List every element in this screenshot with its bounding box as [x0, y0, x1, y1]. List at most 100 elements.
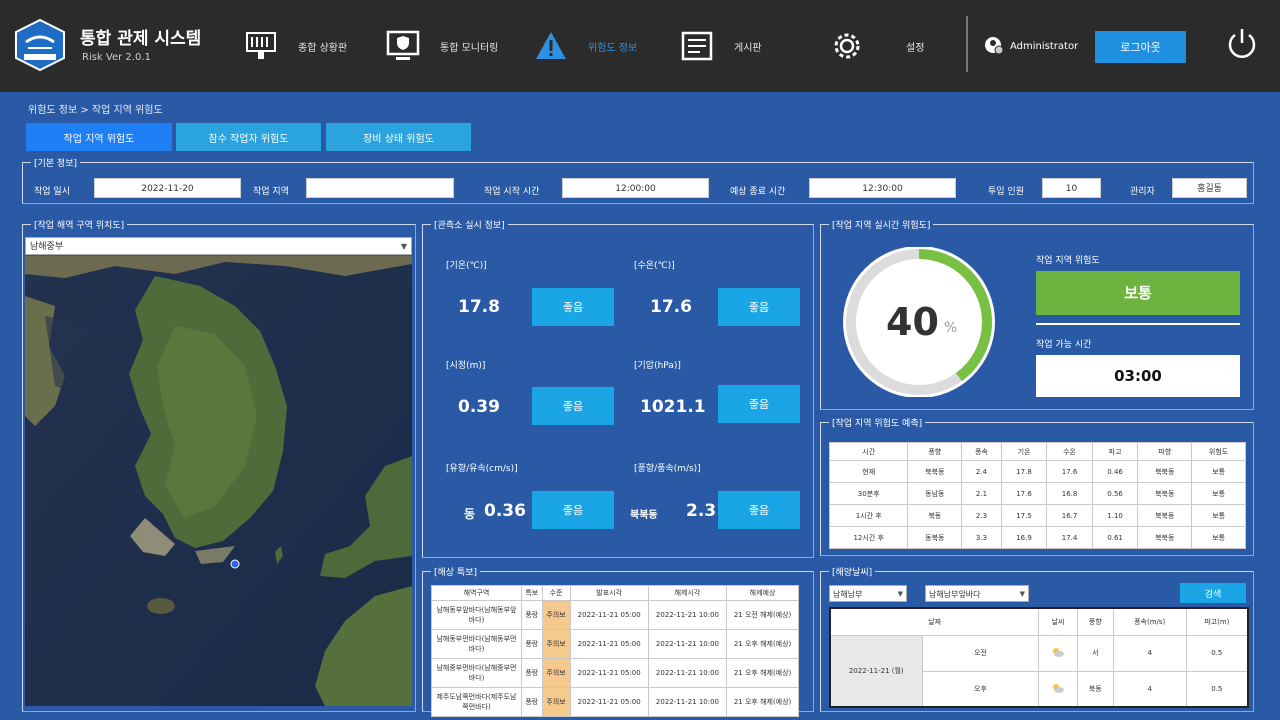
wind-status-button[interactable]: 좋음: [718, 491, 800, 529]
cell: 16.9: [1000, 526, 1048, 549]
cell: 17.6: [1000, 482, 1048, 505]
top-bar: 통합 관제 시스템 Risk Ver 2.0.1 종합 상황판 통합 모니터링 …: [0, 0, 1280, 92]
board-icon: [681, 31, 713, 61]
cell: 제주도남쪽먼바다(제주도남쪽먼바다): [431, 687, 522, 717]
col-header: 풍속: [961, 442, 1002, 461]
col-header: 날짜: [829, 607, 1040, 636]
period-cell: 오전: [921, 634, 1040, 672]
nav-risk-info[interactable]: 위험도 정보: [534, 26, 637, 66]
region-select[interactable]: 남해남부 ▼: [829, 585, 907, 602]
col-header: 수온: [1046, 442, 1093, 461]
table-row: 2022-11-21 (월) 오전 서 4 0.5: [829, 634, 1249, 708]
cell: 2022-11-21 10:00: [647, 687, 728, 717]
subregion-select[interactable]: 남해남부앞바다 ▼: [925, 585, 1029, 602]
col-header: 특보: [521, 585, 543, 601]
nav-label: 종합 상황판: [298, 42, 348, 54]
pressure-value: 1021.1: [640, 397, 706, 417]
temp-status-button[interactable]: 좋음: [532, 288, 614, 326]
nav-label: 위험도 정보: [588, 42, 638, 54]
cell: 주의보: [541, 687, 571, 717]
visibility-status-button[interactable]: 좋음: [532, 387, 614, 425]
table-row: 남해동부앞바다(남해동부앞바다) 풍랑 주의보 2022-11-21 05:00 202…: [431, 600, 799, 630]
cell: 21 오후 해제(예상): [726, 629, 799, 659]
user-info: Administrator: [984, 36, 1078, 56]
table-header-row: 해역구역 특보 수준 발표시각 해제시각 해제예상: [431, 585, 799, 601]
risk-level-label: 작업 지역 위험도: [1036, 256, 1100, 266]
risk-level-badge: 보통: [1036, 271, 1240, 315]
nav-settings[interactable]: 설정: [830, 26, 924, 66]
info-label: 작업 일시: [34, 187, 70, 197]
nav-board[interactable]: 게시판: [680, 26, 762, 66]
col-header: 수준: [541, 585, 571, 601]
cell: 0.56: [1091, 482, 1139, 505]
cell: 17.5: [1000, 504, 1048, 527]
manager-field[interactable]: 홍길동: [1172, 178, 1247, 198]
col-header: 파고(m): [1185, 607, 1249, 636]
weather-cell: [1038, 634, 1078, 672]
current-direction: 동: [464, 507, 476, 521]
area-select-value: 남해중부: [30, 242, 64, 252]
nav-label: 게시판: [734, 42, 762, 54]
logout-button[interactable]: 로그아웃: [1095, 31, 1186, 63]
cell: 북동: [907, 504, 963, 527]
water-temp-status-button[interactable]: 좋음: [718, 288, 800, 326]
dashboard-icon: [246, 32, 276, 59]
panel-legend: [작업 해역 구역 위치도]: [31, 218, 128, 231]
region-select-value: 남해남부: [833, 590, 863, 599]
satellite-map[interactable]: [25, 256, 412, 706]
table-row: 12시간 후 동북동 3.3 16.9 17.4 0.61 북북동 보통: [828, 526, 1246, 549]
area-select[interactable]: 남해중부 ▼: [25, 237, 412, 255]
cell: 2.4: [961, 460, 1002, 483]
info-label: 투입 인원: [988, 187, 1024, 197]
cell: 0.5: [1185, 670, 1249, 708]
cell: 동남동: [907, 482, 963, 505]
tab-equipment-risk[interactable]: 장비 상태 위험도: [326, 123, 471, 151]
power-icon[interactable]: [1224, 26, 1260, 62]
panel-legend: [해상 특보]: [431, 565, 481, 578]
cell: 1.10: [1091, 504, 1139, 527]
chevron-down-icon: ▼: [400, 242, 407, 251]
visibility-value: 0.39: [458, 397, 500, 417]
cell: 2022-11-21 10:00: [647, 629, 728, 659]
chevron-down-icon: ▼: [1019, 590, 1025, 598]
location-marker-icon: [230, 559, 240, 569]
info-label: 관리자: [1130, 187, 1155, 197]
work-date-field[interactable]: 2022-11-20: [94, 178, 241, 198]
current-status-button[interactable]: 좋음: [532, 491, 614, 529]
user-gear-icon: [985, 37, 1004, 55]
cell: 1시간 후: [828, 504, 909, 527]
pressure-status-button[interactable]: 좋음: [718, 385, 800, 423]
tab-diver-risk[interactable]: 잠수 작업자 위험도: [176, 123, 321, 151]
wind-direction: 북북동: [630, 510, 658, 521]
col-header: 파고: [1091, 442, 1139, 461]
cell: 남해동부앞바다(남해동부앞바다): [431, 600, 522, 630]
water-temp-value: 17.6: [650, 297, 692, 317]
table-row: 남해동부먼바다(남해동부먼바다) 풍랑 주의보 2022-11-21 05:00 202…: [431, 629, 799, 659]
date-cell: 2022-11-21 (월): [829, 634, 923, 708]
cell: 보통: [1191, 504, 1246, 527]
cloud-icon: [1053, 683, 1065, 693]
cell: 보통: [1191, 482, 1246, 505]
cell: 서: [1076, 634, 1114, 672]
work-area-field[interactable]: [306, 178, 454, 198]
table-row: 현재 북북동 2.4 17.8 17.6 0.46 북북동 보통: [828, 460, 1246, 483]
headcount-field[interactable]: 10: [1042, 178, 1101, 198]
cell: 풍랑: [521, 600, 543, 630]
cell: 21 오전 해제(예상): [726, 600, 799, 630]
table-header-row: 시간 풍향 풍속 기온 수온 파고 파향 위험도: [828, 442, 1246, 461]
cell: 주의보: [541, 629, 571, 659]
col-header: 시간: [828, 442, 909, 461]
col-header: 파향: [1137, 442, 1193, 461]
cloud-icon: [1053, 648, 1065, 657]
available-time-value: 03:00: [1036, 355, 1240, 397]
search-button[interactable]: 검색: [1180, 583, 1246, 603]
cell: 2022-11-21 10:00: [647, 658, 728, 688]
nav-dashboard[interactable]: 종합 상황판: [244, 26, 347, 66]
start-time-field[interactable]: 12:00:00: [562, 178, 709, 198]
tab-work-area-risk[interactable]: 작업 지역 위험도: [26, 123, 172, 151]
nav-monitoring[interactable]: 통합 모니터링: [386, 26, 498, 66]
col-header: 발표시각: [569, 585, 649, 601]
end-time-field[interactable]: 12:30:00: [809, 178, 956, 198]
info-label: 작업 지역: [253, 187, 289, 197]
pressure-label: [기압(hPa)]: [634, 361, 681, 371]
